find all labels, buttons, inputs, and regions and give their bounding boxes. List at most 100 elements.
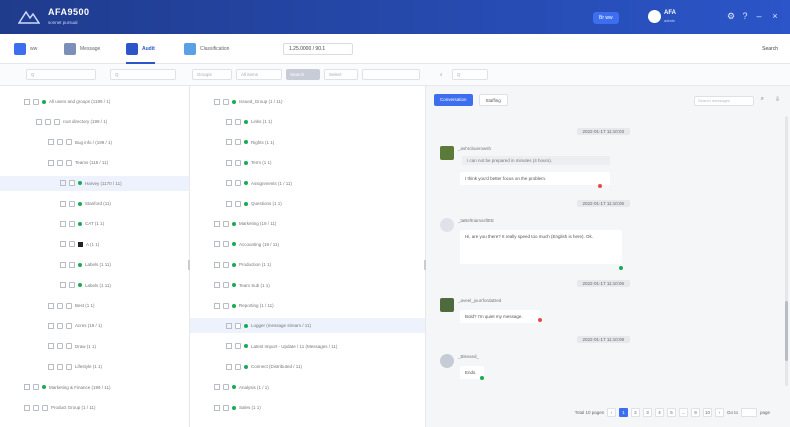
expand-toggle[interactable] xyxy=(24,404,30,411)
tree-checkbox[interactable] xyxy=(235,180,241,187)
message-search-input[interactable]: Q xyxy=(452,69,488,80)
expand-toggle[interactable] xyxy=(48,322,54,329)
tree-row[interactable]: Marketing (19 / 11) xyxy=(214,216,276,231)
expand-toggle[interactable] xyxy=(24,98,30,105)
tree-checkbox[interactable] xyxy=(223,302,229,309)
tree-row[interactable]: Team Sub (1 1) xyxy=(214,278,270,293)
tree-row[interactable]: Labels (1 11) xyxy=(60,278,111,293)
tree-checkbox[interactable] xyxy=(223,404,229,411)
tree-row[interactable]: All users and groups (1199 / 1) xyxy=(24,94,110,109)
expand-toggle[interactable] xyxy=(48,159,54,166)
page-button[interactable]: 3 xyxy=(642,407,652,417)
chat-search-input[interactable]: Search messages xyxy=(694,96,754,106)
minimize-icon[interactable]: – xyxy=(754,11,764,21)
panel-splitter[interactable] xyxy=(188,260,190,270)
export-icon[interactable]: ⇩ xyxy=(775,96,780,103)
goto-page-input[interactable] xyxy=(740,407,757,417)
expand-toggle[interactable] xyxy=(214,241,220,248)
tree-checkbox[interactable] xyxy=(69,200,75,207)
tree-checkbox[interactable] xyxy=(57,302,63,309)
tree-checkbox[interactable] xyxy=(223,98,229,105)
tree-row[interactable]: Stanford (11) xyxy=(60,196,111,211)
page-button[interactable]: 2 xyxy=(630,407,640,417)
tree-checkbox[interactable] xyxy=(57,139,63,146)
close-icon[interactable]: × xyxy=(770,11,780,21)
tree-row[interactable]: Sales (1 1) xyxy=(214,400,261,415)
tree-row[interactable]: Connect (Distributed / 11) xyxy=(226,359,302,374)
item-select[interactable]: All items xyxy=(236,69,282,80)
next-page-button[interactable]: › xyxy=(714,407,724,417)
expand-toggle[interactable] xyxy=(60,261,66,268)
settings-icon[interactable]: ⚙ xyxy=(726,11,736,22)
tree-row[interactable]: Bug info / (199 / 1) xyxy=(48,135,112,150)
tree-checkbox[interactable] xyxy=(223,241,229,248)
search-icon[interactable]: ⌕ xyxy=(440,72,443,77)
tree-checkbox[interactable] xyxy=(223,282,229,289)
tree-checkbox[interactable] xyxy=(69,180,75,187)
help-icon[interactable]: ? xyxy=(740,11,750,21)
tree-row[interactable]: Rights (1 1) xyxy=(226,135,274,150)
tree-checkbox[interactable] xyxy=(235,118,241,125)
tree-row[interactable]: Product Group (1 / 11) xyxy=(24,400,95,415)
tree-checkbox[interactable] xyxy=(69,220,75,227)
tree-checkbox[interactable] xyxy=(235,200,241,207)
tree-row[interactable]: Lifestyle (1 1) xyxy=(48,359,102,374)
expand-toggle[interactable] xyxy=(36,118,42,125)
tree-row[interactable]: Links (1 1) xyxy=(226,114,272,129)
tree-checkbox[interactable] xyxy=(33,98,39,105)
tree-checkbox[interactable] xyxy=(69,261,75,268)
tree-checkbox[interactable] xyxy=(57,363,63,370)
nav-item-audit[interactable]: Audit xyxy=(126,42,155,64)
avatar[interactable] xyxy=(440,298,454,312)
tree-row[interactable]: Harvey (1170 / 11) xyxy=(0,175,189,191)
tree-row[interactable]: Marketing & Finance (199 / 11) xyxy=(24,380,110,395)
expand-toggle[interactable] xyxy=(214,302,220,309)
search-link[interactable]: Search xyxy=(762,46,778,52)
tab-staffing[interactable]: Staffing xyxy=(478,94,508,106)
date-select[interactable]: 1.25.0000 / 90.1 xyxy=(283,43,353,55)
prev-page-button[interactable]: ‹ xyxy=(606,407,616,417)
tree-checkbox[interactable] xyxy=(33,404,39,411)
expand-toggle[interactable] xyxy=(60,241,66,248)
tree-checkbox[interactable] xyxy=(57,343,63,350)
tree-checkbox[interactable] xyxy=(57,159,63,166)
expand-toggle[interactable] xyxy=(60,200,66,207)
tree-row[interactable]: CAT (1 1) xyxy=(60,216,104,231)
tree-checkbox[interactable] xyxy=(69,282,75,289)
page-button[interactable]: 4 xyxy=(654,407,664,417)
tree-row[interactable]: Reporting (1 / 11) xyxy=(214,298,274,313)
tree-checkbox[interactable] xyxy=(223,220,229,227)
tree-row[interactable]: Assignments (1 / 11) xyxy=(226,176,292,191)
tree-row[interactable]: Analysis (1 / 1) xyxy=(214,380,269,395)
expand-toggle[interactable] xyxy=(226,363,232,370)
expand-toggle[interactable] xyxy=(48,139,54,146)
tree-checkbox[interactable] xyxy=(45,118,51,125)
group-select[interactable]: Groups xyxy=(192,69,232,80)
expand-toggle[interactable] xyxy=(48,302,54,309)
tree-row[interactable]: Teams (118 / 11) xyxy=(48,155,108,170)
group-search-input[interactable]: Q xyxy=(110,69,176,80)
expand-toggle[interactable] xyxy=(60,220,66,227)
expand-toggle[interactable] xyxy=(226,159,232,166)
tree-row[interactable]: Draw (1 1) xyxy=(48,339,96,354)
page-button[interactable]: 1 xyxy=(618,407,628,417)
tree-checkbox[interactable] xyxy=(69,241,75,248)
expand-toggle[interactable] xyxy=(48,343,54,350)
expand-toggle[interactable] xyxy=(60,180,66,187)
expand-toggle[interactable] xyxy=(214,404,220,411)
expand-toggle[interactable] xyxy=(24,384,30,391)
keyword-input[interactable] xyxy=(362,69,420,80)
nav-item-classification[interactable]: Classification xyxy=(184,42,229,56)
search-pill[interactable]: Search xyxy=(286,69,320,80)
expand-toggle[interactable] xyxy=(226,322,232,329)
tree-row[interactable]: root directory (199 / 1) xyxy=(36,114,107,129)
expand-toggle[interactable] xyxy=(214,261,220,268)
page-button[interactable]: 5 xyxy=(666,407,676,417)
user-avatar[interactable] xyxy=(648,10,661,23)
tree-row[interactable]: Questions (1 1) xyxy=(226,196,282,211)
tree-checkbox[interactable] xyxy=(223,384,229,391)
tree-row[interactable]: Latest Import - Update / 11 (Messages / … xyxy=(226,339,337,354)
tree-row[interactable]: Logger (message stream / 11) xyxy=(190,318,425,334)
tree-row[interactable]: Production (1 1) xyxy=(214,257,271,272)
tree-checkbox[interactable] xyxy=(223,261,229,268)
